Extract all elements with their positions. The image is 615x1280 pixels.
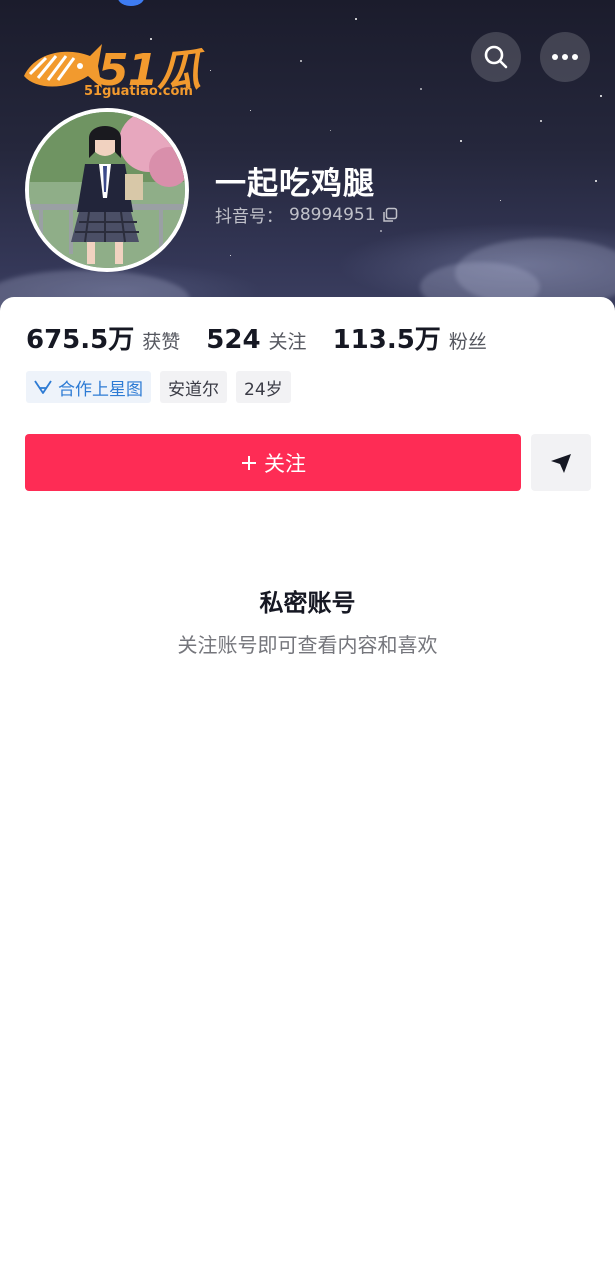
private-account-description: 关注账号即可查看内容和喜欢 bbox=[177, 633, 438, 657]
star bbox=[600, 95, 602, 97]
star bbox=[540, 120, 542, 122]
more-dots-icon bbox=[552, 54, 578, 60]
stat-label: 粉丝 bbox=[448, 331, 487, 353]
follow-button[interactable]: 关注 bbox=[25, 434, 521, 491]
star bbox=[230, 255, 231, 256]
search-icon bbox=[484, 45, 508, 69]
douyin-id: 抖音号： 98994951 bbox=[215, 202, 398, 227]
xingtu-icon bbox=[34, 380, 52, 394]
watermark-domain: 51guatiao.com bbox=[84, 84, 193, 99]
tag-xingtu[interactable]: 合作上星图 bbox=[26, 371, 151, 403]
send-icon bbox=[551, 453, 571, 473]
profile-header: 51瓜条 51guatiao.com bbox=[0, 0, 615, 330]
watermark-logo: 51瓜条 51guatiao.com bbox=[20, 34, 240, 160]
tag-label: 合作上星图 bbox=[58, 379, 143, 400]
star bbox=[355, 18, 357, 20]
follow-label: 关注 bbox=[264, 451, 306, 476]
avatar[interactable] bbox=[25, 108, 189, 272]
star bbox=[595, 180, 597, 182]
stats-row: 675.5万 获赞 524 关注 113.5万 粉丝 bbox=[26, 319, 513, 356]
stat-following[interactable]: 524 关注 bbox=[206, 325, 306, 355]
share-button[interactable] bbox=[531, 434, 591, 491]
search-button[interactable] bbox=[471, 32, 521, 82]
stat-followers[interactable]: 113.5万 粉丝 bbox=[333, 319, 487, 356]
star bbox=[420, 88, 422, 90]
profile-card: 675.5万 获赞 524 关注 113.5万 粉丝 合作上星图 安道尔 24岁 bbox=[0, 297, 615, 1280]
stat-value: 524 bbox=[206, 325, 261, 355]
profile-tags: 合作上星图 安道尔 24岁 bbox=[26, 371, 291, 403]
status-indicator bbox=[118, 0, 144, 6]
star bbox=[250, 110, 251, 111]
star bbox=[380, 230, 382, 232]
more-button[interactable] bbox=[540, 32, 590, 82]
tag-label: 24岁 bbox=[244, 379, 283, 400]
tag-age: 24岁 bbox=[236, 371, 291, 403]
copy-icon[interactable] bbox=[382, 207, 398, 223]
stat-label: 关注 bbox=[268, 331, 307, 353]
star bbox=[500, 200, 501, 201]
stat-value: 113.5万 bbox=[332, 325, 441, 355]
star bbox=[300, 60, 302, 62]
stat-value: 675.5万 bbox=[26, 325, 135, 355]
profile-nickname: 一起吃鸡腿 bbox=[215, 166, 375, 202]
tag-label: 安道尔 bbox=[168, 379, 219, 400]
plus-icon bbox=[242, 455, 256, 470]
star bbox=[330, 130, 331, 131]
douyin-id-value: 98994951 bbox=[289, 204, 376, 225]
star bbox=[460, 140, 462, 142]
private-account-title: 私密账号 bbox=[259, 589, 356, 617]
stat-likes[interactable]: 675.5万 获赞 bbox=[26, 319, 180, 356]
tag-location: 安道尔 bbox=[160, 371, 227, 403]
stat-label: 获赞 bbox=[142, 331, 181, 353]
avatar-photo bbox=[29, 112, 185, 268]
douyin-id-label: 抖音号： bbox=[215, 207, 283, 227]
